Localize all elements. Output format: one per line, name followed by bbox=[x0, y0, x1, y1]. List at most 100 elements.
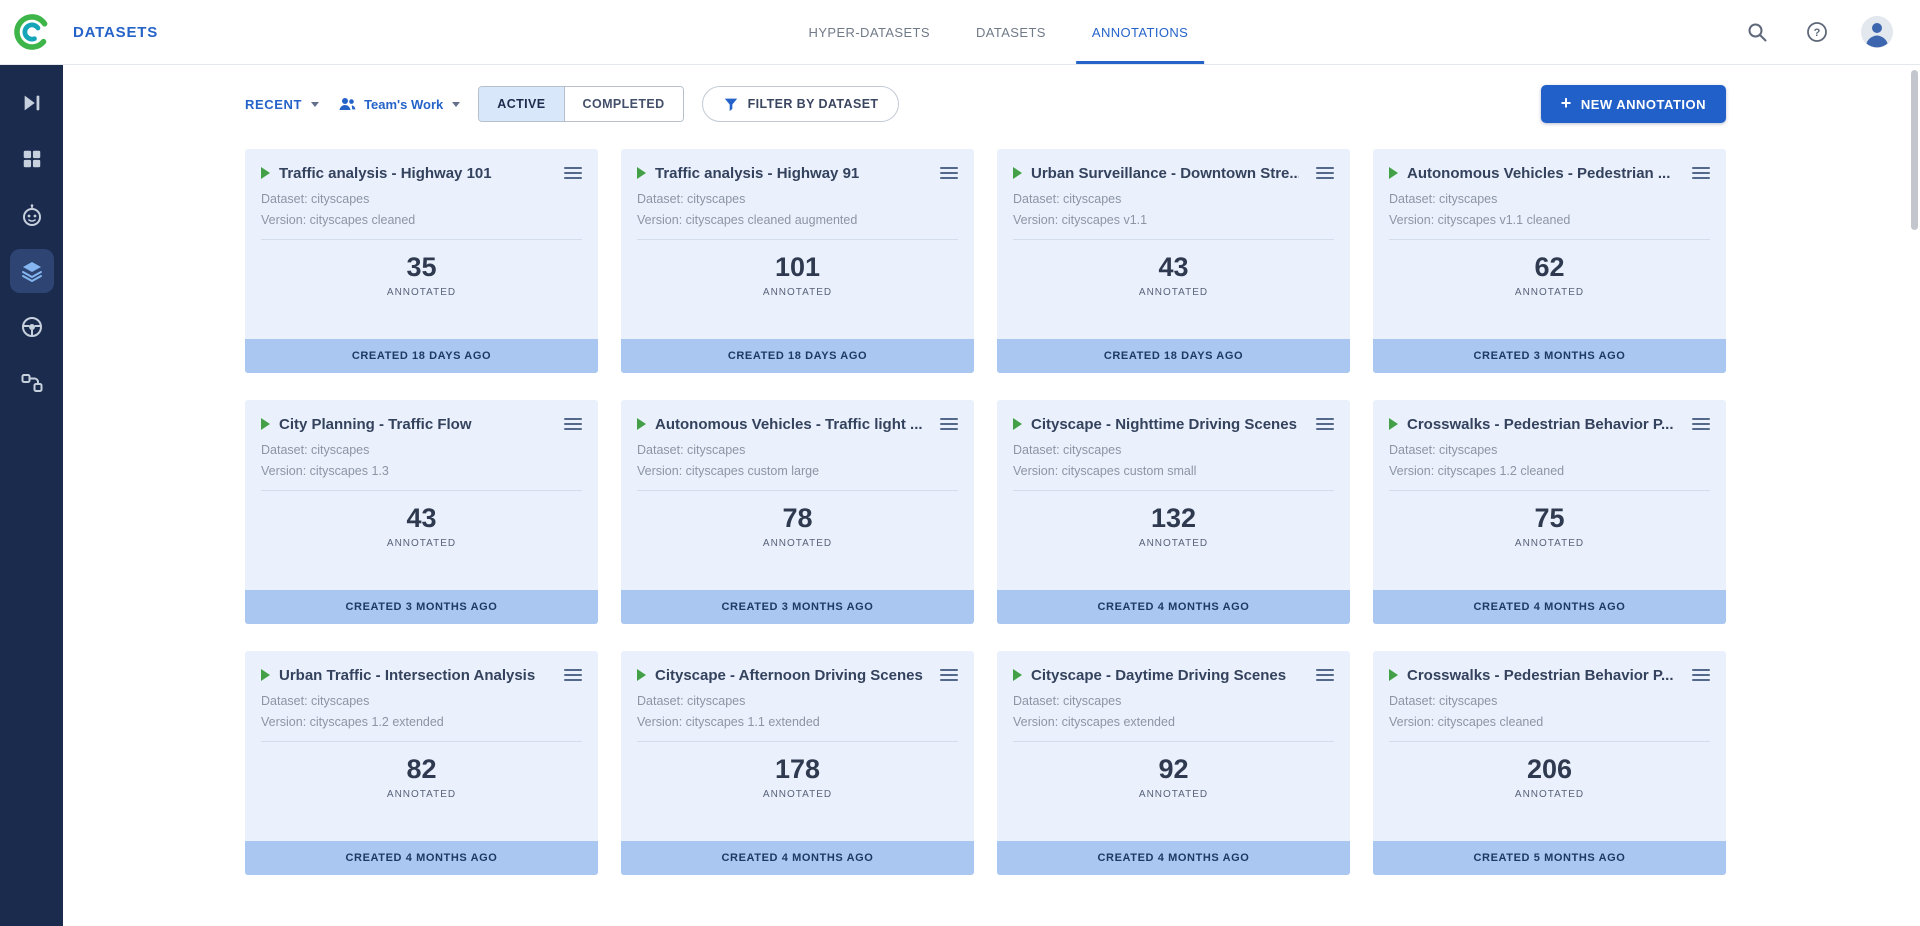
annotation-card[interactable]: Cityscape - Daytime Driving Scenes Datas… bbox=[997, 651, 1350, 875]
card-header: Cityscape - Nighttime Driving Scenes bbox=[1013, 414, 1334, 434]
annotation-card[interactable]: Cityscape - Afternoon Driving Scenes Dat… bbox=[621, 651, 974, 875]
start-icon bbox=[21, 92, 43, 114]
card-dataset: Dataset: cityscapes bbox=[1013, 443, 1334, 457]
annotated-count: 82 bbox=[261, 754, 582, 785]
annotation-card[interactable]: Crosswalks - Pedestrian Behavior P... Da… bbox=[1373, 651, 1726, 875]
help-icon[interactable]: ? bbox=[1800, 15, 1834, 49]
team-icon bbox=[337, 94, 357, 114]
annotation-card[interactable]: Autonomous Vehicles - Traffic light ... … bbox=[621, 400, 974, 624]
sort-dropdown[interactable]: RECENT bbox=[245, 97, 319, 112]
annotation-card[interactable]: Crosswalks - Pedestrian Behavior P... Da… bbox=[1373, 400, 1726, 624]
annotation-cards-grid: Traffic analysis - Highway 101 Dataset: … bbox=[245, 149, 1920, 875]
vertical-scrollbar[interactable] bbox=[1911, 70, 1918, 230]
card-menu-icon[interactable] bbox=[556, 414, 582, 434]
card-body: City Planning - Traffic Flow Dataset: ci… bbox=[245, 400, 598, 549]
card-menu-icon[interactable] bbox=[932, 665, 958, 685]
annotation-card[interactable]: Traffic analysis - Highway 91 Dataset: c… bbox=[621, 149, 974, 373]
sidebar-item-start[interactable] bbox=[10, 81, 54, 125]
card-version: Version: cityscapes extended bbox=[1013, 715, 1334, 742]
card-menu-icon[interactable] bbox=[1684, 163, 1710, 183]
tab-hyper-datasets[interactable]: HYPER-DATASETS bbox=[809, 0, 930, 64]
play-icon bbox=[261, 418, 270, 430]
sidebar-item-pipelines[interactable] bbox=[10, 361, 54, 405]
annotated-label: ANNOTATED bbox=[1389, 789, 1710, 800]
card-created-bar: CREATED 4 MONTHS AGO bbox=[245, 841, 598, 875]
card-header: City Planning - Traffic Flow bbox=[261, 414, 582, 434]
card-version: Version: cityscapes cleaned augmented bbox=[637, 213, 958, 240]
annotation-card[interactable]: Urban Surveillance - Downtown Stre... Da… bbox=[997, 149, 1350, 373]
card-menu-icon[interactable] bbox=[1684, 665, 1710, 685]
new-annotation-button[interactable]: + NEW ANNOTATION bbox=[1541, 85, 1726, 123]
topbar-actions: ? bbox=[1740, 15, 1920, 49]
annotation-card[interactable]: Urban Traffic - Intersection Analysis Da… bbox=[245, 651, 598, 875]
play-icon bbox=[1013, 418, 1022, 430]
card-header: Cityscape - Daytime Driving Scenes bbox=[1013, 665, 1334, 685]
card-header: Traffic analysis - Highway 101 bbox=[261, 163, 582, 183]
filter-button-label: FILTER BY DATASET bbox=[748, 97, 879, 111]
card-version: Version: cityscapes custom large bbox=[637, 464, 958, 491]
annotation-card[interactable]: Traffic analysis - Highway 101 Dataset: … bbox=[245, 149, 598, 373]
card-body: Traffic analysis - Highway 101 Dataset: … bbox=[245, 149, 598, 298]
user-avatar[interactable] bbox=[1860, 15, 1894, 49]
filter-by-dataset-button[interactable]: FILTER BY DATASET bbox=[702, 86, 900, 122]
dataset-browser-icon bbox=[21, 148, 43, 170]
card-body: Cityscape - Nighttime Driving Scenes Dat… bbox=[997, 400, 1350, 549]
drive-icon bbox=[20, 315, 44, 339]
sidebar-item-drive[interactable] bbox=[10, 305, 54, 349]
annotated-count: 92 bbox=[1013, 754, 1334, 785]
card-header: Crosswalks - Pedestrian Behavior P... bbox=[1389, 414, 1710, 434]
card-body: Crosswalks - Pedestrian Behavior P... Da… bbox=[1373, 651, 1726, 800]
card-header: Urban Traffic - Intersection Analysis bbox=[261, 665, 582, 685]
card-header: Autonomous Vehicles - Traffic light ... bbox=[637, 414, 958, 434]
annotation-title: Urban Traffic - Intersection Analysis bbox=[279, 667, 547, 684]
annotation-card[interactable]: Cityscape - Nighttime Driving Scenes Dat… bbox=[997, 400, 1350, 624]
annotation-card[interactable]: City Planning - Traffic Flow Dataset: ci… bbox=[245, 400, 598, 624]
tab-datasets[interactable]: DATASETS bbox=[976, 0, 1046, 64]
card-dataset: Dataset: cityscapes bbox=[261, 694, 582, 708]
sidebar-item-datasets[interactable] bbox=[10, 137, 54, 181]
status-toggle-active[interactable]: ACTIVE bbox=[479, 87, 563, 121]
app-logo[interactable] bbox=[0, 13, 63, 51]
status-toggle-completed[interactable]: COMPLETED bbox=[564, 87, 683, 121]
card-menu-icon[interactable] bbox=[932, 163, 958, 183]
card-body: Urban Traffic - Intersection Analysis Da… bbox=[245, 651, 598, 800]
card-menu-icon[interactable] bbox=[1308, 163, 1334, 183]
annotated-label: ANNOTATED bbox=[1013, 789, 1334, 800]
sidebar-item-annotations[interactable] bbox=[10, 249, 54, 293]
card-version: Version: cityscapes 1.2 cleaned bbox=[1389, 464, 1710, 491]
filter-icon bbox=[723, 96, 739, 112]
annotated-label: ANNOTATED bbox=[261, 538, 582, 549]
annotation-title: City Planning - Traffic Flow bbox=[279, 416, 547, 433]
card-header: Autonomous Vehicles - Pedestrian ... bbox=[1389, 163, 1710, 183]
card-menu-icon[interactable] bbox=[556, 163, 582, 183]
card-dataset: Dataset: cityscapes bbox=[261, 443, 582, 457]
bot-icon bbox=[20, 203, 44, 227]
card-created-bar: CREATED 18 DAYS AGO bbox=[997, 339, 1350, 373]
annotated-count: 132 bbox=[1013, 503, 1334, 534]
sidebar-item-models[interactable] bbox=[10, 193, 54, 237]
annotated-label: ANNOTATED bbox=[261, 789, 582, 800]
annotations-layers-icon bbox=[20, 259, 44, 283]
card-body: Cityscape - Daytime Driving Scenes Datas… bbox=[997, 651, 1350, 800]
annotated-label: ANNOTATED bbox=[1389, 287, 1710, 298]
scope-dropdown[interactable]: Team's Work bbox=[337, 94, 460, 114]
card-menu-icon[interactable] bbox=[932, 414, 958, 434]
search-icon[interactable] bbox=[1740, 15, 1774, 49]
card-created-bar: CREATED 4 MONTHS AGO bbox=[1373, 590, 1726, 624]
page-title: DATASETS bbox=[73, 24, 158, 41]
chevron-down-icon bbox=[311, 102, 319, 107]
card-created-bar: CREATED 5 MONTHS AGO bbox=[1373, 841, 1726, 875]
card-version: Version: cityscapes cleaned bbox=[261, 213, 582, 240]
svg-text:?: ? bbox=[1814, 27, 1821, 39]
annotated-count: 101 bbox=[637, 252, 958, 283]
pipelines-icon bbox=[20, 371, 44, 395]
card-dataset: Dataset: cityscapes bbox=[637, 443, 958, 457]
card-version: Version: cityscapes 1.3 bbox=[261, 464, 582, 491]
tab-annotations[interactable]: ANNOTATIONS bbox=[1092, 0, 1188, 64]
card-menu-icon[interactable] bbox=[1684, 414, 1710, 434]
card-menu-icon[interactable] bbox=[1308, 414, 1334, 434]
card-menu-icon[interactable] bbox=[1308, 665, 1334, 685]
card-dataset: Dataset: cityscapes bbox=[1013, 192, 1334, 206]
annotation-card[interactable]: Autonomous Vehicles - Pedestrian ... Dat… bbox=[1373, 149, 1726, 373]
card-menu-icon[interactable] bbox=[556, 665, 582, 685]
